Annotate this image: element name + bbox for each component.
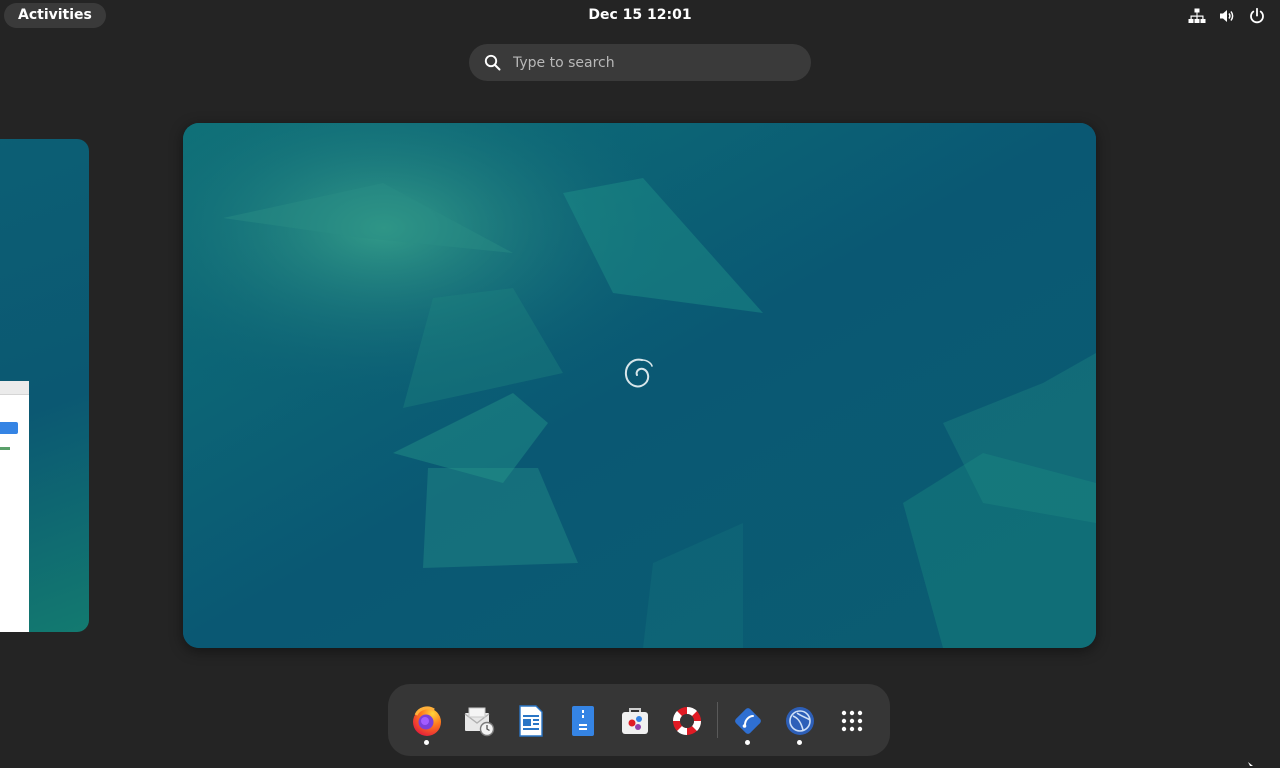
debian-swirl-icon — [624, 358, 653, 388]
dash-item-evolution[interactable] — [456, 698, 502, 744]
mouse-cursor-icon — [1248, 762, 1253, 766]
dash-item-software[interactable] — [612, 698, 658, 744]
workspace-thumbnail-previous[interactable] — [0, 139, 89, 632]
browser-window-preview[interactable] — [0, 381, 29, 632]
dash-item-diamond-app[interactable] — [725, 698, 771, 745]
power-icon[interactable] — [1248, 7, 1266, 25]
app-grid-icon — [841, 710, 863, 732]
dash-item-help[interactable] — [664, 698, 710, 744]
dash-item-writer[interactable] — [508, 698, 554, 744]
search-bar[interactable] — [469, 44, 811, 81]
evolution-mail-icon — [464, 707, 495, 737]
clock[interactable]: Dec 15 12:01 — [0, 7, 1280, 23]
text-editor-icon — [572, 706, 594, 736]
window-link-preview — [0, 447, 10, 450]
workspace-thumbnail-current[interactable] — [183, 123, 1096, 648]
dash-item-text-editor[interactable] — [560, 698, 606, 744]
window-button-preview — [0, 422, 18, 434]
window-titlebar — [0, 381, 29, 395]
dash-separator — [717, 702, 718, 738]
show-apps-button[interactable] — [829, 698, 875, 744]
dash-item-globe-app[interactable] — [777, 698, 823, 745]
volume-icon[interactable] — [1218, 7, 1236, 25]
diamond-app-icon — [735, 708, 761, 734]
dash-item-firefox[interactable] — [404, 698, 450, 745]
search-icon — [484, 54, 501, 71]
dash — [388, 684, 890, 756]
top-bar: Activities Dec 15 12:01 — [0, 0, 1280, 32]
running-indicator — [745, 740, 750, 745]
firefox-icon — [413, 706, 441, 736]
software-icon — [622, 708, 648, 734]
libreoffice-writer-icon — [519, 705, 543, 737]
system-tray[interactable] — [1188, 7, 1266, 25]
globe-app-icon — [786, 707, 814, 735]
network-icon[interactable] — [1188, 7, 1206, 25]
running-indicator — [424, 740, 429, 745]
running-indicator — [797, 740, 802, 745]
search-input[interactable] — [511, 44, 791, 81]
help-icon — [672, 706, 702, 736]
